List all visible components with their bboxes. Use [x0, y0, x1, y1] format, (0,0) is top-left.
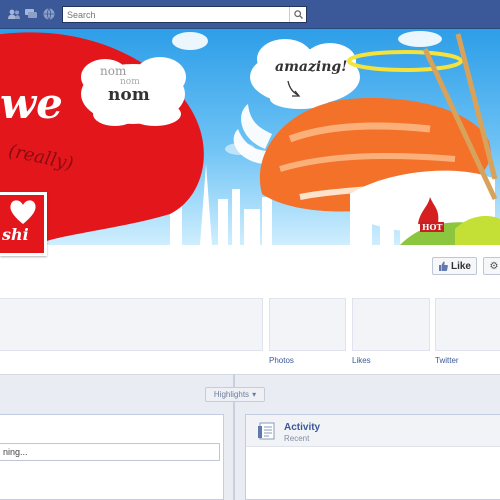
status-input[interactable]: ning...: [0, 443, 220, 461]
activity-header[interactable]: Activity Recent: [246, 415, 500, 447]
activity-box: Activity Recent: [245, 414, 500, 500]
friend-requests-icon[interactable]: [8, 8, 20, 20]
tab-main[interactable]: [0, 298, 263, 351]
like-button[interactable]: Like: [432, 257, 477, 275]
cover-photo: nom nom nom amazing! we (really) HOT: [0, 29, 500, 245]
chevron-down-icon: ▾: [252, 390, 257, 399]
love-text: we: [0, 79, 63, 128]
cover-illustration: [0, 31, 500, 245]
nom-text-3: nom: [108, 85, 150, 105]
activity-title[interactable]: Activity: [284, 422, 320, 433]
tab-twitter-label[interactable]: Twitter: [435, 356, 459, 365]
search-input[interactable]: [63, 7, 288, 22]
search-box: [62, 6, 307, 23]
top-bar: [0, 0, 500, 29]
heart-icon: [10, 200, 36, 224]
like-label: Like: [450, 260, 471, 272]
thumbs-up-icon: [438, 261, 448, 271]
tab-likes-label[interactable]: Likes: [352, 356, 371, 365]
hot-badge: HOT: [420, 222, 445, 232]
tab-photos[interactable]: [269, 298, 346, 351]
gear-icon: ⚙: [489, 260, 499, 272]
profile-picture[interactable]: shi: [0, 192, 47, 256]
notifications-icon[interactable]: [43, 8, 55, 20]
nom-text-1: nom: [100, 64, 127, 78]
settings-button[interactable]: ⚙: [483, 257, 500, 275]
tab-twitter[interactable]: [435, 298, 500, 351]
status-composer: ning...: [0, 414, 224, 500]
profile-picture-text: shi: [2, 225, 29, 244]
amazing-text: amazing!: [275, 59, 348, 75]
highlights-dropdown[interactable]: Highlights ▾: [205, 387, 265, 402]
messages-icon[interactable]: [25, 8, 37, 20]
highlights-label: Highlights: [213, 390, 250, 399]
activity-icon: [258, 422, 275, 440]
tab-photos-label[interactable]: Photos: [269, 356, 294, 365]
search-icon[interactable]: [289, 7, 306, 22]
tab-likes[interactable]: [352, 298, 430, 351]
activity-subtitle: Recent: [284, 434, 310, 443]
